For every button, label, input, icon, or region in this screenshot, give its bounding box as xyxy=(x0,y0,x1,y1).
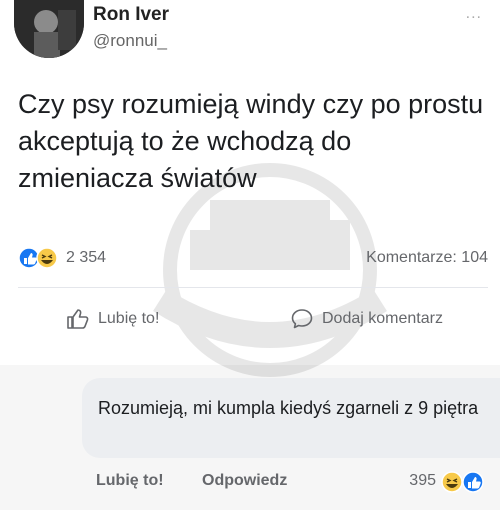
like-button[interactable]: Lubię to! xyxy=(66,306,159,332)
avatar[interactable] xyxy=(14,0,84,58)
like-icon xyxy=(462,471,484,493)
comment-actions: Lubię to! Odpowiedz 395 xyxy=(92,470,500,494)
haha-icon xyxy=(441,471,463,493)
reaction-count: 2 354 xyxy=(66,249,107,266)
thumbs-up-icon xyxy=(67,309,89,329)
add-comment-label: Dodaj komentarz xyxy=(322,310,443,327)
add-comment-button[interactable]: Dodaj komentarz xyxy=(290,306,443,332)
like-button-label: Lubię to! xyxy=(98,310,160,327)
author-name[interactable]: Ron Iver xyxy=(93,4,169,26)
comment-reaction-icons[interactable] xyxy=(438,470,486,494)
comment-bubble: Rozumieją, mi kumpla kiedyś zgarneli z 9… xyxy=(82,378,500,458)
comment-icon xyxy=(291,309,313,329)
comment-reply-button[interactable]: Odpowiedz xyxy=(202,472,287,490)
comment-text: Rozumieją, mi kumpla kiedyś zgarneli z 9… xyxy=(98,398,479,418)
comment-reaction-count: 395 xyxy=(409,472,436,489)
reaction-icons xyxy=(18,247,58,269)
divider xyxy=(18,287,488,288)
author-handle: @ronnui_ xyxy=(93,31,167,50)
comments-count[interactable]: Komentarze: 104 xyxy=(366,249,488,267)
post-card: Ron Iver @ronnui_ ... Czy psy rozumieją … xyxy=(0,0,500,377)
post-text: Czy psy rozumieją windy czy po prostu ak… xyxy=(18,89,484,193)
more-options-icon[interactable]: ... xyxy=(466,5,482,23)
reactions-summary[interactable]: 2 354 Komentarze: 104 xyxy=(18,246,488,272)
comment-like-button[interactable]: Lubię to! xyxy=(96,472,164,490)
like-icon xyxy=(18,247,40,269)
haha-icon xyxy=(36,247,58,269)
